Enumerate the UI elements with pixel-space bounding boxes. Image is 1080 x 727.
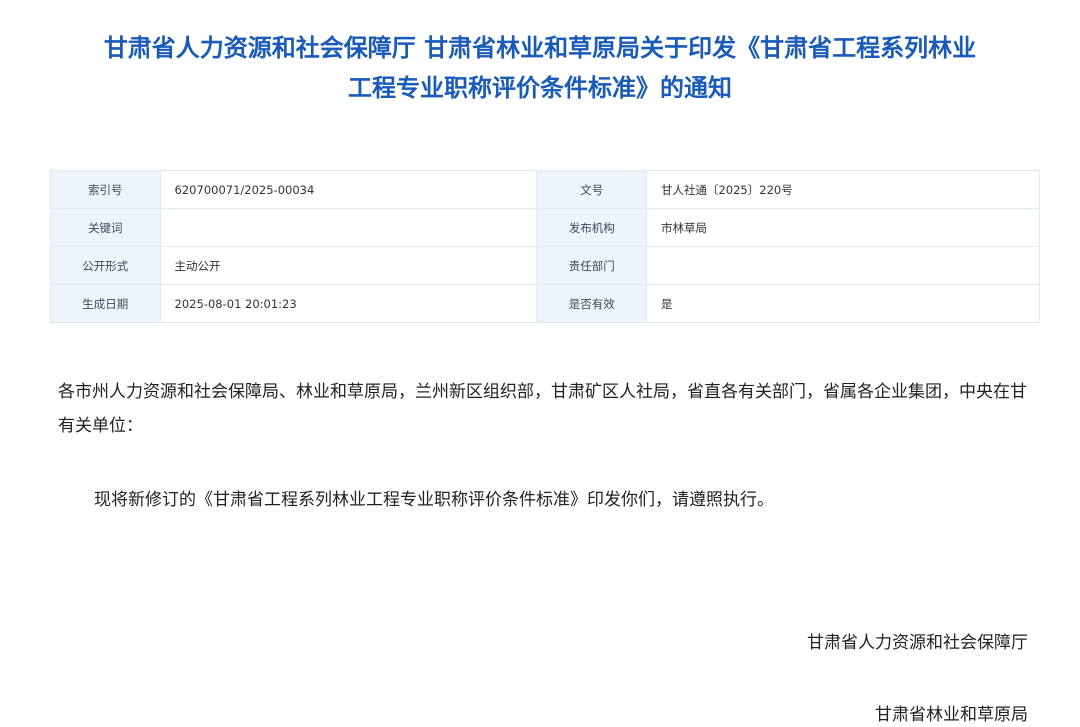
metadata-label-disclosure-form: 公开形式 [50, 246, 161, 285]
page-title-line-2: 工程专业职称评价条件标准》的通知 [348, 74, 732, 102]
page-title: 甘肃省人力资源和社会保障厅 甘肃省林业和草原局关于印发《甘肃省工程系列林业 工程… [0, 28, 1080, 108]
metadata-label-keywords: 关键词 [50, 208, 161, 247]
signature-hr-department: 甘肃省人力资源和社会保障厅 [807, 633, 1028, 653]
metadata-value-publisher: 市林草局 [645, 208, 1041, 247]
metadata-row: 生成日期 2025-08-01 20:01:23 是否有效 是 [50, 284, 1041, 323]
metadata-value-generated-date: 2025-08-01 20:01:23 [159, 284, 538, 323]
metadata-label-document-number: 文号 [536, 170, 647, 209]
metadata-label-responsible-department: 责任部门 [536, 246, 647, 285]
metadata-label-generated-date: 生成日期 [50, 284, 161, 323]
document-page: { "document": { "title_line1": "甘肃省人力资源和… [0, 0, 1080, 727]
metadata-label-validity: 是否有效 [536, 284, 647, 323]
metadata-value-disclosure-form: 主动公开 [159, 246, 538, 285]
metadata-label-publisher: 发布机构 [536, 208, 647, 247]
metadata-row: 关键词 发布机构 市林草局 [50, 208, 1041, 247]
signature-forestry-bureau: 甘肃省林业和草原局 [875, 705, 1028, 725]
metadata-label-index-number: 索引号 [50, 170, 161, 209]
metadata-row: 索引号 620700071/2025-00034 文号 甘人社通〔2025〕22… [50, 170, 1041, 209]
body-paragraph: 现将新修订的《甘肃省工程系列林业工程专业职称评价条件标准》印发你们，请遵照执行。 [94, 490, 774, 510]
metadata-value-keywords [159, 208, 538, 247]
metadata-value-document-number: 甘人社通〔2025〕220号 [645, 170, 1041, 209]
page-title-line-1: 甘肃省人力资源和社会保障厅 甘肃省林业和草原局关于印发《甘肃省工程系列林业 [103, 34, 977, 62]
salutation-text: 各市州人力资源和社会保障局、林业和草原局，兰州新区组织部，甘肃矿区人社局，省直各… [58, 382, 1027, 436]
metadata-value-validity: 是 [645, 284, 1041, 323]
metadata-table: 索引号 620700071/2025-00034 文号 甘人社通〔2025〕22… [50, 170, 1041, 323]
metadata-value-index-number: 620700071/2025-00034 [159, 170, 538, 209]
metadata-row: 公开形式 主动公开 责任部门 [50, 246, 1041, 285]
metadata-value-responsible-department [645, 246, 1041, 285]
